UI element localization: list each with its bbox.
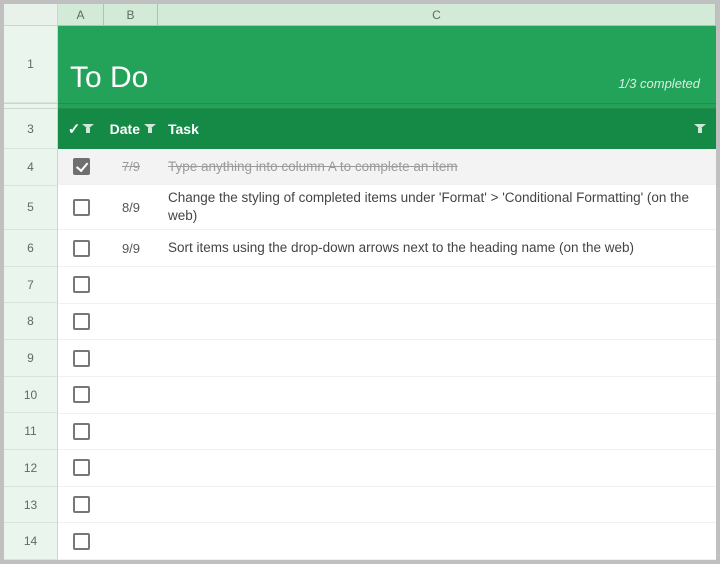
table-row[interactable] (58, 304, 716, 341)
row-header-8[interactable]: 8 (4, 303, 58, 340)
heading-check-label: ✓ (68, 120, 81, 138)
row-header-9[interactable]: 9 (4, 340, 58, 377)
row-header-10[interactable]: 10 (4, 377, 58, 414)
column-header-c[interactable]: C (158, 4, 716, 26)
table-row[interactable] (58, 414, 716, 451)
checkbox[interactable] (73, 350, 90, 367)
checkbox[interactable] (73, 240, 90, 257)
task-cell[interactable] (158, 354, 716, 362)
row-header-3[interactable]: 3 (4, 109, 58, 149)
task-cell[interactable]: Type anything into column A to complete … (158, 154, 716, 180)
task-cell[interactable] (158, 281, 716, 289)
task-cell[interactable] (158, 501, 716, 509)
table-row[interactable] (58, 377, 716, 414)
table-row[interactable] (58, 267, 716, 304)
row-header-12[interactable]: 12 (4, 450, 58, 487)
row-header-4[interactable]: 4 (4, 149, 58, 186)
table-row[interactable]: 7/9 Type anything into column A to compl… (58, 149, 716, 186)
checkbox[interactable] (73, 496, 90, 513)
checkbox[interactable] (73, 386, 90, 403)
row-header-7[interactable]: 7 (4, 267, 58, 304)
task-cell[interactable] (158, 464, 716, 472)
table-heading-row: ✓ Date Task (58, 109, 716, 149)
date-cell[interactable]: 7/9 (104, 159, 158, 174)
task-cell[interactable] (158, 317, 716, 325)
heading-task-label: Task (168, 121, 199, 137)
row-header-14[interactable]: 14 (4, 523, 58, 560)
row-header-11[interactable]: 11 (4, 413, 58, 450)
filter-icon[interactable] (694, 123, 706, 135)
checkbox[interactable] (73, 313, 90, 330)
table-row[interactable] (58, 523, 716, 560)
spreadsheet: A B C 1 3 4 5 6 7 8 9 10 11 12 13 14 To … (4, 4, 716, 560)
column-header-b[interactable]: B (104, 4, 158, 26)
task-cell[interactable] (158, 391, 716, 399)
title-banner[interactable]: To Do 1/3 completed (58, 26, 716, 103)
date-cell[interactable]: 8/9 (104, 200, 158, 215)
row-header-column: 1 3 4 5 6 7 8 9 10 11 12 13 14 (4, 26, 58, 560)
task-cell[interactable] (158, 537, 716, 545)
heading-date-cell[interactable]: Date (104, 121, 158, 137)
page-title: To Do (70, 61, 618, 95)
table-row[interactable] (58, 340, 716, 377)
row-header-13[interactable]: 13 (4, 487, 58, 524)
task-cell[interactable]: Sort items using the drop-down arrows ne… (158, 235, 716, 261)
checkbox[interactable] (73, 199, 90, 216)
task-cell[interactable]: Change the styling of completed items un… (158, 185, 716, 229)
filter-icon[interactable] (82, 123, 94, 135)
task-cell[interactable] (158, 427, 716, 435)
checkbox[interactable] (73, 276, 90, 293)
checkbox[interactable] (73, 459, 90, 476)
checkbox[interactable] (73, 158, 90, 175)
row-header-1[interactable]: 1 (4, 26, 58, 103)
table-row[interactable] (58, 487, 716, 524)
progress-text: 1/3 completed (618, 76, 700, 95)
table-row[interactable]: 8/9 Change the styling of completed item… (58, 185, 716, 230)
checkbox[interactable] (73, 533, 90, 550)
row-header-5[interactable]: 5 (4, 186, 58, 231)
row-header-6[interactable]: 6 (4, 230, 58, 267)
heading-check-cell[interactable]: ✓ (58, 120, 104, 138)
select-all-corner[interactable] (4, 4, 58, 26)
table-row[interactable]: 9/9 Sort items using the drop-down arrow… (58, 230, 716, 267)
checkbox[interactable] (73, 423, 90, 440)
grid-area: To Do 1/3 completed ✓ Date Task (58, 26, 716, 560)
filter-icon[interactable] (144, 123, 156, 135)
date-cell[interactable]: 9/9 (104, 241, 158, 256)
heading-task-cell[interactable]: Task (158, 121, 716, 137)
heading-date-label: Date (110, 121, 140, 137)
column-header-a[interactable]: A (58, 4, 104, 26)
table-row[interactable] (58, 450, 716, 487)
column-header-row: A B C (4, 4, 716, 26)
